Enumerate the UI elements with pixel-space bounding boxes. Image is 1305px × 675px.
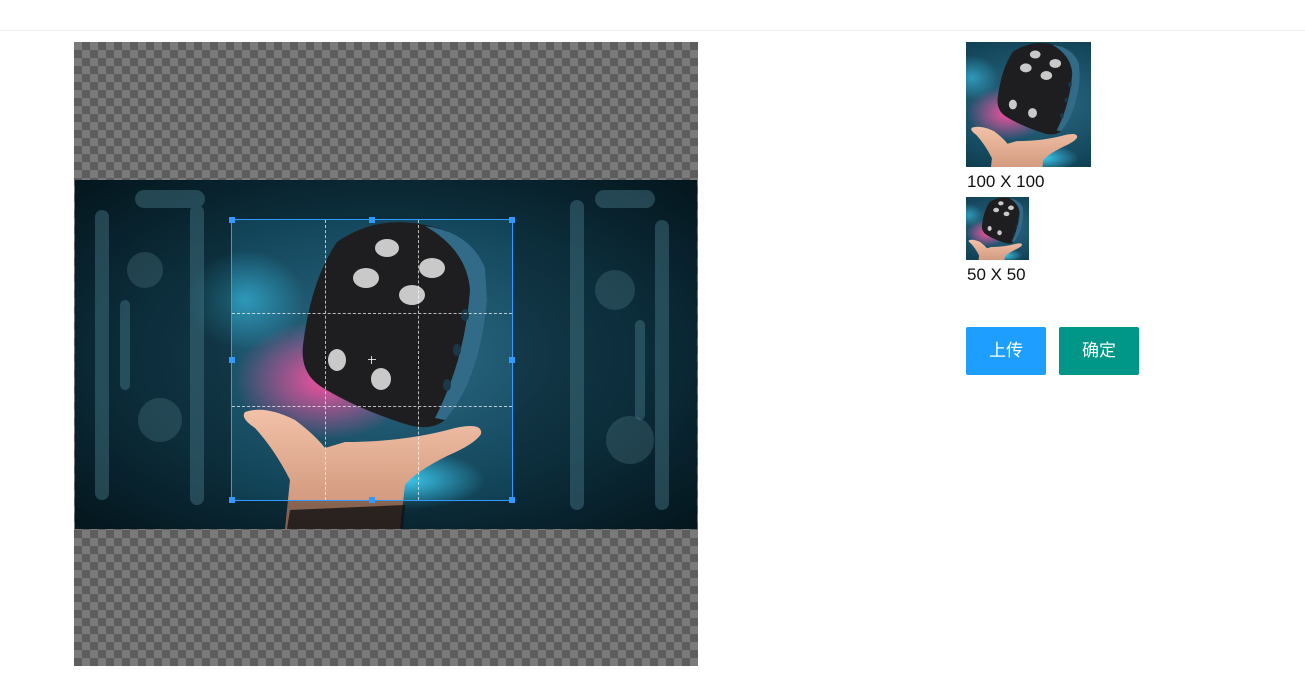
preview-large-label: 100 X 100 bbox=[967, 172, 1045, 191]
top-bar bbox=[0, 0, 1305, 31]
crop-handle-w[interactable] bbox=[229, 357, 235, 363]
crop-guide-line bbox=[232, 406, 512, 407]
crop-handle-sw[interactable] bbox=[229, 497, 235, 503]
preview-large bbox=[966, 42, 1091, 167]
crop-handle-e[interactable] bbox=[509, 357, 515, 363]
preview-small-label: 50 X 50 bbox=[967, 265, 1026, 284]
image-cropper[interactable] bbox=[74, 42, 698, 666]
crop-handle-nw[interactable] bbox=[229, 217, 235, 223]
crop-guide-line bbox=[325, 220, 326, 500]
crop-center-icon bbox=[368, 356, 376, 364]
crop-guide-line bbox=[418, 220, 419, 500]
confirm-button[interactable]: 确定 bbox=[1059, 327, 1139, 375]
crop-handle-se[interactable] bbox=[509, 497, 515, 503]
upload-button[interactable]: 上传 bbox=[966, 327, 1046, 375]
preview-small bbox=[966, 197, 1029, 260]
crop-handle-n[interactable] bbox=[369, 217, 375, 223]
crop-handle-s[interactable] bbox=[369, 497, 375, 503]
crop-handle-ne[interactable] bbox=[509, 217, 515, 223]
crop-guide-line bbox=[232, 313, 512, 314]
